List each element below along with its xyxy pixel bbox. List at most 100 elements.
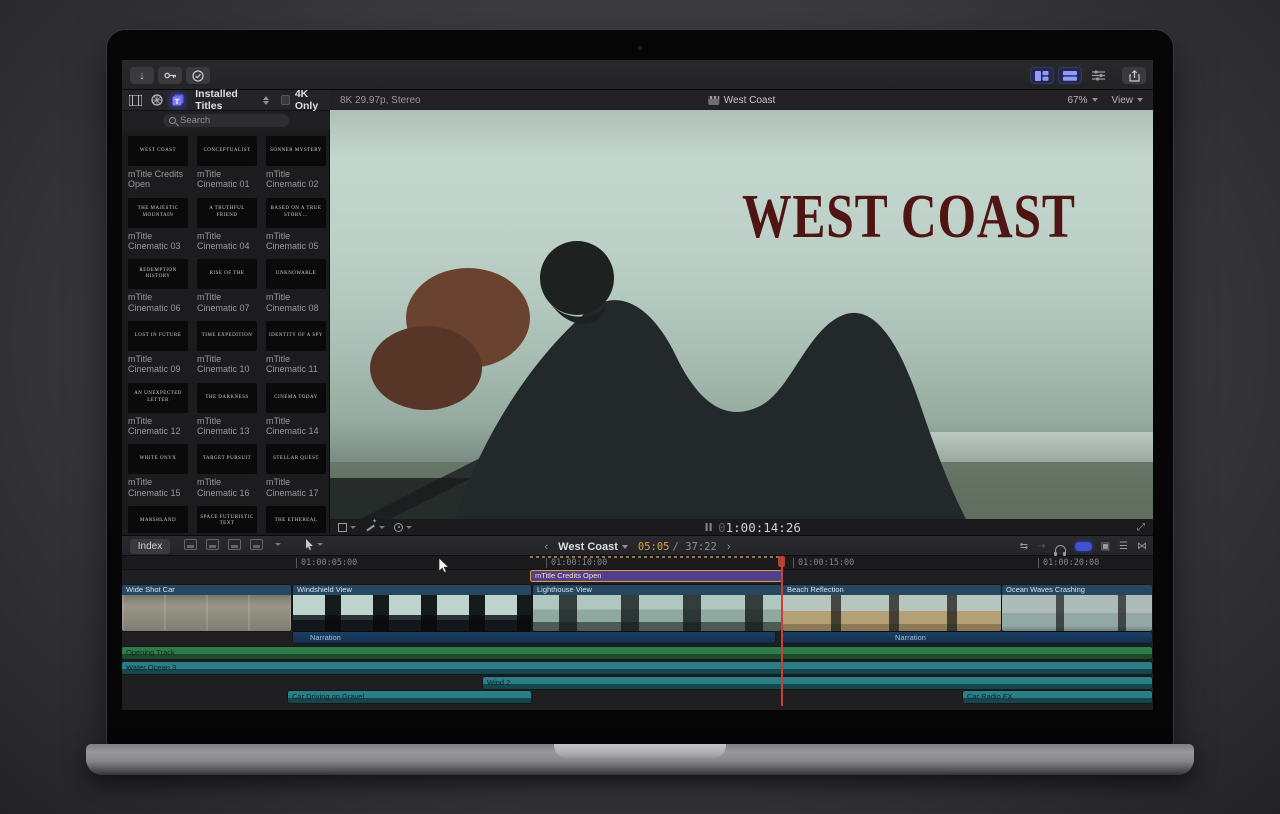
trim-tool-icon[interactable]: ⇆ [1020, 539, 1028, 554]
browser-toggle-button[interactable] [1030, 67, 1054, 84]
title-item[interactable]: TARGET PURSUIT mTitle Cinematic 16 [197, 444, 257, 498]
pause-icon[interactable] [705, 523, 711, 531]
title-thumbnail[interactable]: THE ETHEREAL [266, 506, 326, 533]
title-thumbnail[interactable]: SONNER MYSTERY [266, 136, 326, 166]
search-input[interactable] [180, 115, 280, 126]
title-item[interactable]: AN UNEXPECTED LETTER mTitle Cinematic 12 [128, 383, 188, 437]
title-thumbnail[interactable]: REDEMPTION HISTORY [128, 259, 188, 289]
transform-tool[interactable] [338, 523, 361, 532]
retime-tool[interactable] [394, 523, 417, 532]
audio-clip[interactable]: Car Driving on Gravel [288, 691, 531, 703]
title-thumbnail[interactable]: IDENTITY OF A SPY [266, 321, 326, 351]
title-thumbnail[interactable]: Lost in future [128, 321, 188, 351]
title-item[interactable]: THE MAJESTIC MOUNTAIN mTitle Cinematic 0… [128, 198, 188, 252]
title-item[interactable]: WEST COAST mTitle Credits Open [128, 136, 188, 190]
skimming-icon[interactable]: ⇢ [1037, 539, 1045, 554]
title-item[interactable]: MARSHLAND mTitle Cinematic 18 [128, 506, 188, 533]
title-item[interactable]: CONCEPTUALIST mTitle Cinematic 01 [197, 136, 257, 190]
title-thumbnail[interactable]: SPACE FUTURISTIC TEXT [197, 506, 257, 533]
title-item[interactable]: UNKNOWABLE mTitle Cinematic 08 [266, 259, 326, 313]
title-item[interactable]: A TRUTHFUL FRIEND mTitle Cinematic 04 [197, 198, 257, 252]
viewer-video-frame[interactable]: WEST COAST [330, 110, 1153, 519]
append-edit-icon[interactable] [228, 539, 241, 550]
audio-clip[interactable]: Water Ocean 3 [122, 662, 1152, 674]
audio-clip[interactable]: Car Radio FX [963, 691, 1152, 703]
title-item[interactable]: TIME EXPEDITION mTitle Cinematic 10 [197, 321, 257, 375]
title-item[interactable]: STELLAR QUEST mTitle Cinematic 17 [266, 444, 326, 498]
title-item[interactable]: REDEMPTION HISTORY mTitle Cinematic 06 [128, 259, 188, 313]
title-item[interactable]: CINEMA TODAY mTitle Cinematic 14 [266, 383, 326, 437]
title-item[interactable]: SONNER MYSTERY mTitle Cinematic 02 [266, 136, 326, 190]
narration-audio-clip[interactable]: Narration [293, 632, 775, 643]
overwrite-edit-icon[interactable] [250, 539, 263, 550]
previous-project-button[interactable]: ‹ [545, 541, 549, 553]
video-clip[interactable]: Lighthouse View [533, 585, 781, 631]
timeline-toggle-button[interactable] [1058, 67, 1082, 84]
next-project-button[interactable]: › [727, 541, 731, 553]
title-item[interactable]: RISE OF THE mTitle Cinematic 07 [197, 259, 257, 313]
title-item[interactable]: WHITE ONYX mTitle Cinematic 15 [128, 444, 188, 498]
playhead[interactable] [781, 556, 783, 706]
title-thumbnail[interactable]: AN UNEXPECTED LETTER [128, 383, 188, 413]
title-clip-selected[interactable]: mTitle Credits Open [530, 570, 783, 582]
title-thumbnail[interactable]: UNKNOWABLE [266, 259, 326, 289]
title-thumbnail[interactable]: THE MAJESTIC MOUNTAIN [128, 198, 188, 228]
audio-skimming-icon[interactable] [1055, 545, 1066, 553]
title-thumbnail[interactable]: THE DARKNESS [197, 383, 257, 413]
video-clip[interactable]: Wide Shot Car [122, 585, 291, 631]
photos-audio-tab[interactable] [149, 93, 164, 108]
insert-edit-icon[interactable] [206, 539, 219, 550]
viewer-zoom-menu[interactable]: 67% [1067, 95, 1097, 106]
select-tool-menu[interactable] [305, 539, 328, 550]
title-thumbnail[interactable]: WHITE ONYX [128, 444, 188, 474]
import-button[interactable]: ↓ [130, 67, 154, 84]
title-item[interactable]: THE ETHEREAL mTitle Cinematic 20 [266, 506, 326, 533]
title-item[interactable]: IDENTITY OF A SPY mTitle Cinematic 11 [266, 321, 326, 375]
keywords-button[interactable] [158, 67, 182, 84]
effects-browser-icon[interactable]: ▣ [1101, 539, 1110, 554]
title-thumbnail[interactable]: RISE OF THE [197, 259, 257, 289]
timeline-project-menu[interactable]: West Coast [558, 541, 628, 553]
title-thumbnail[interactable]: CINEMA TODAY [266, 383, 326, 413]
installed-titles-dropdown[interactable]: Installed Titles [195, 88, 260, 112]
audio-clip[interactable]: Opening Track [122, 647, 1152, 659]
title-thumbnail[interactable]: A TRUTHFUL FRIEND [197, 198, 257, 228]
video-clip[interactable]: Ocean Waves Crashing [1002, 585, 1152, 631]
clip-appearance-icon[interactable]: ☰ [1119, 539, 1128, 554]
audio-clip[interactable]: Wind 2 [483, 677, 1152, 689]
title-thumbnail[interactable]: BASED ON A TRUE STORY… [266, 198, 326, 228]
title-item[interactable]: Lost in future mTitle Cinematic 09 [128, 321, 188, 375]
search-field[interactable] [163, 114, 289, 127]
viewer-view-menu[interactable]: View [1112, 95, 1144, 106]
title-label: mTitle Cinematic 11 [266, 354, 326, 375]
title-thumbnail[interactable]: WEST COAST [128, 136, 188, 166]
ruler-timecode: 01:00:15:00 [793, 558, 854, 568]
title-thumbnail[interactable]: STELLAR QUEST [266, 444, 326, 474]
snapping-toggle[interactable] [1075, 542, 1092, 551]
4k-only-checkbox[interactable] [281, 95, 290, 105]
video-clip[interactable]: Windshield View [293, 585, 531, 631]
timeline[interactable]: 01:00:05:00 01:00:10:00 01:00:15:00 01:0… [122, 556, 1153, 710]
filmstrip-icon [129, 95, 142, 106]
title-item[interactable]: BASED ON A TRUE STORY… mTitle Cinematic … [266, 198, 326, 252]
titles-generators-tab[interactable]: T [170, 93, 185, 108]
title-item[interactable]: SPACE FUTURISTIC TEXT mTitle Cinematic 1… [197, 506, 257, 533]
timeline-index-icon[interactable]: ⋈ [1137, 539, 1147, 554]
connect-edit-icon[interactable] [184, 539, 197, 550]
media-browser-tab[interactable] [128, 93, 143, 108]
title-thumbnail[interactable]: TIME EXPEDITION [197, 321, 257, 351]
background-tasks-button[interactable] [186, 67, 210, 84]
title-thumbnail[interactable]: MARSHLAND [128, 506, 188, 533]
title-item[interactable]: THE DARKNESS mTitle Cinematic 13 [197, 383, 257, 437]
title-thumbnail[interactable]: CONCEPTUALIST [197, 136, 257, 166]
narration-audio-clip[interactable]: Narration [783, 632, 1152, 643]
share-button[interactable] [1122, 67, 1146, 84]
index-button[interactable]: Index [130, 539, 170, 554]
chevron-down-icon [317, 543, 323, 546]
enhancements-tool[interactable] [365, 522, 390, 533]
title-thumbnail[interactable]: TARGET PURSUIT [197, 444, 257, 474]
timeline-ruler[interactable]: 01:00:05:00 01:00:10:00 01:00:15:00 01:0… [122, 556, 1153, 570]
fullscreen-icon[interactable]: ⤢ [1137, 522, 1145, 533]
video-clip[interactable]: Beach Reflection [783, 585, 1001, 631]
inspector-sliders-button[interactable] [1086, 67, 1110, 84]
